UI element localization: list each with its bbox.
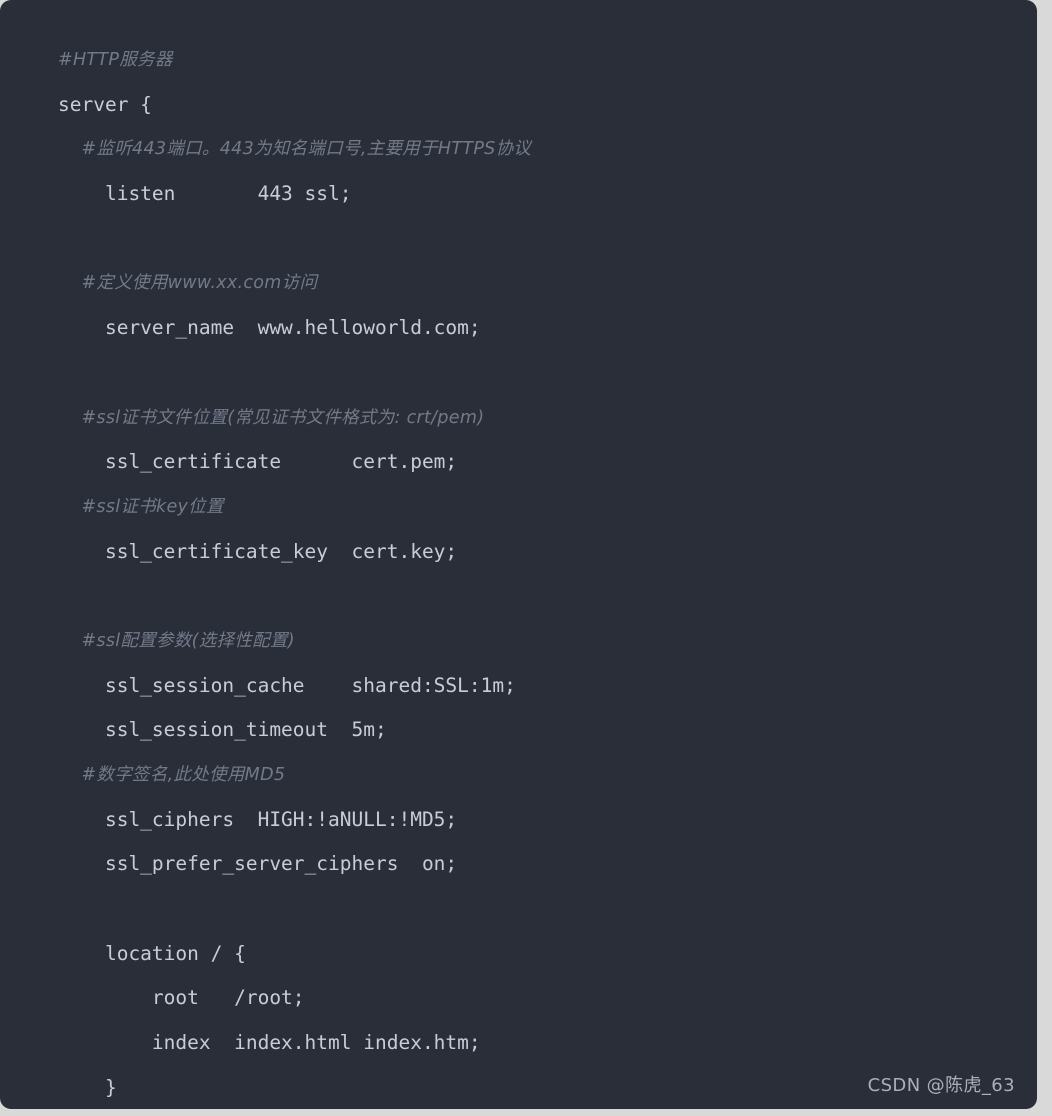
code-line: ssl_certificate cert.pem; [58,450,458,474]
code-comment-line: #定义使用www.xx.com访问 [58,273,318,294]
code-line: index index.html index.htm; [58,1031,481,1055]
code-line: server { [58,92,152,116]
code-line: ssl_session_timeout 5m; [58,718,387,742]
code-line: ssl_ciphers HIGH:!aNULL:!MD5; [58,807,458,831]
code-comment-line: #ssl配置参数(选择性配置) [58,630,295,651]
code-comment-line: #数字签名,此处使用MD5 [58,765,286,785]
code-line: server_name www.helloworld.com; [58,316,481,340]
code-comment-line: #监听443端口。443为知名端口号,主要用于HTTPS协议 [58,139,532,160]
code-line: ssl_prefer_server_ciphers on; [58,852,458,876]
code-comment-line: #ssl证书key位置 [58,496,224,517]
code-comment-line: #HTTP服务器 [58,50,173,70]
code-comment-line: #ssl证书文件位置(常见证书文件格式为: crt/pem) [58,407,485,428]
code-lines-container: #HTTP服务器 server { #监听443端口。443为知名端口号,主要用于… [58,38,1037,1109]
code-line: listen 443 ssl; [58,182,352,206]
code-block: #HTTP服务器 server { #监听443端口。443为知名端口号,主要用于… [0,0,1037,1109]
code-line: ssl_session_cache shared:SSL:1m; [58,673,516,697]
code-line: location / { [58,941,246,965]
csdn-watermark: CSDN @陈虎_63 [867,1075,1015,1096]
code-line: root /root; [58,986,305,1010]
code-line: ssl_certificate_key cert.key; [58,539,458,563]
